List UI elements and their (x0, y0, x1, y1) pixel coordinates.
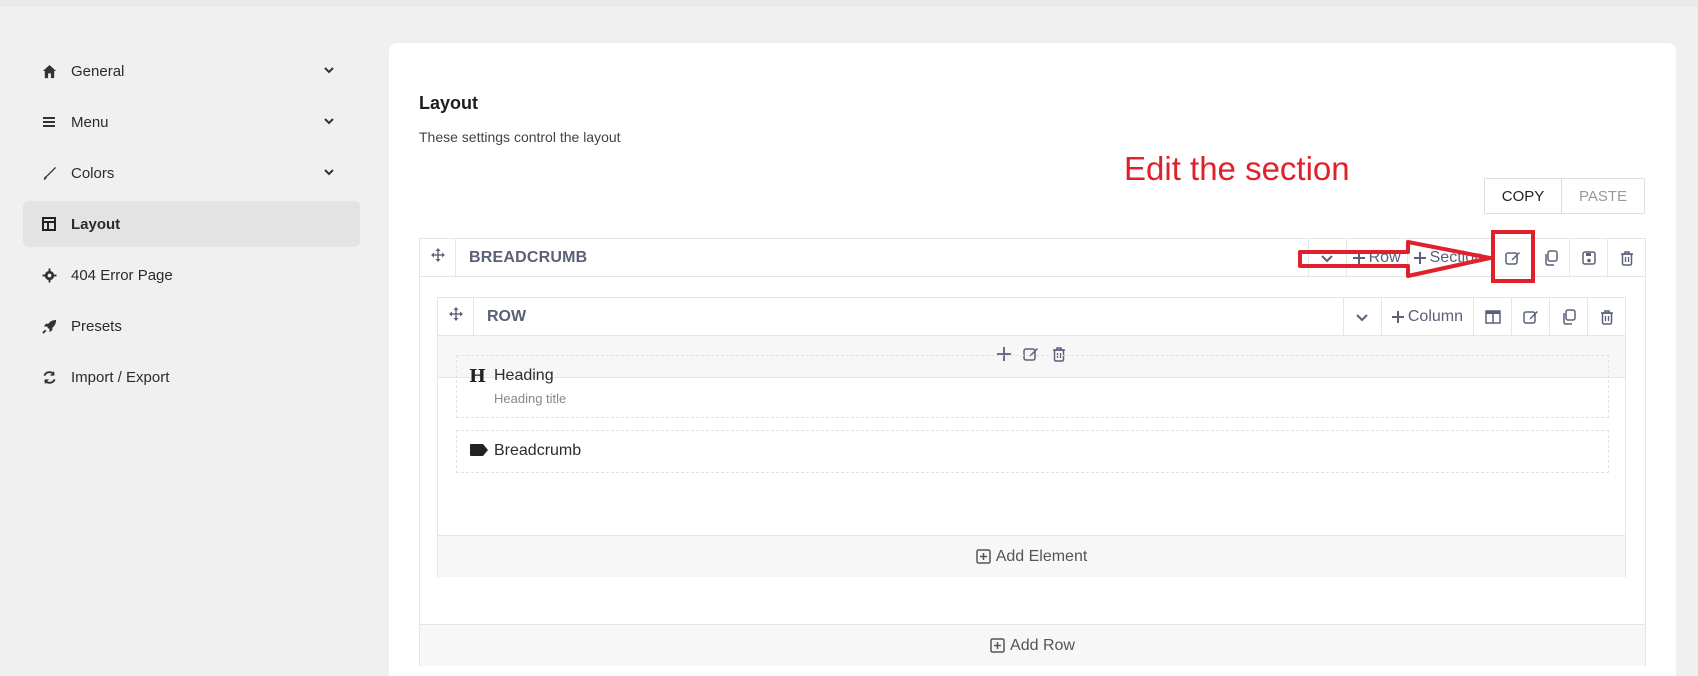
sidebar-item-label: Menu (71, 113, 109, 131)
layout-icon (41, 216, 57, 232)
sidebar-item-label: Colors (71, 164, 115, 182)
copy-paste-group: COPY PASTE (1484, 178, 1645, 214)
plus-square-icon (990, 638, 1005, 653)
tag-icon (469, 443, 489, 462)
element-heading[interactable]: H Heading Heading title (456, 355, 1609, 418)
rocket-icon (41, 318, 57, 334)
duplicate-section-button[interactable] (1531, 239, 1569, 277)
sidebar-item-label: Layout (71, 215, 121, 233)
add-element-label: Add Element (995, 547, 1088, 565)
element-subtitle: Heading title (494, 391, 567, 406)
row-toolbar: Column (1342, 298, 1625, 336)
chevron-down-icon (324, 67, 334, 74)
element-breadcrumb[interactable]: Breadcrumb (456, 430, 1609, 473)
sidebar-item-label: Presets (71, 317, 122, 335)
sidebar-item-label: Import / Export (71, 368, 170, 386)
section-breadcrumb: BREADCRUMB Row Section ROW Column H Head… (419, 238, 1646, 666)
top-bar (0, 0, 1698, 4)
element-name: Heading (494, 367, 554, 384)
copy-icon (1544, 250, 1558, 266)
add-row-footer-label: Add Row (1010, 636, 1075, 654)
sidebar-item-layout[interactable]: Layout (23, 201, 360, 247)
add-column-button[interactable]: Column (1380, 298, 1473, 336)
collapse-row-button[interactable] (1342, 298, 1381, 336)
sidebar-item-label: 404 Error Page (71, 266, 173, 284)
row-drag-handle[interactable] (438, 297, 474, 336)
element-name: Breadcrumb (494, 442, 582, 459)
paste-button[interactable]: PASTE (1562, 179, 1644, 213)
gear-icon (41, 267, 57, 283)
chevron-down-icon (324, 118, 334, 125)
column-layout-button[interactable] (1473, 298, 1511, 336)
save-section-button[interactable] (1569, 239, 1607, 277)
sidebar-item-presets[interactable]: Presets (23, 303, 360, 349)
plus-icon (1391, 311, 1404, 323)
sidebar-item-404-error-page[interactable]: 404 Error Page (23, 252, 360, 298)
columns-icon (1484, 310, 1501, 324)
trash-icon (1620, 251, 1633, 266)
annotation-arrow-icon (1298, 240, 1492, 278)
row-container: ROW Column H Heading Heading title Bread… (437, 297, 1626, 577)
move-icon (430, 247, 446, 268)
page-title: Layout (419, 93, 479, 113)
add-column-label: Column (1407, 308, 1463, 325)
trash-icon (1600, 310, 1613, 325)
add-row-footer-button[interactable]: Add Row (420, 624, 1645, 666)
move-icon (448, 306, 464, 327)
edit-row-button[interactable] (1511, 298, 1549, 336)
delete-section-button[interactable] (1607, 239, 1645, 277)
delete-row-button[interactable] (1587, 298, 1625, 336)
heading-icon: H (469, 366, 487, 387)
layout-card: Layout These settings control the layout… (389, 43, 1676, 676)
save-icon (1581, 251, 1596, 265)
chevron-down-icon (1356, 314, 1369, 322)
add-element-button[interactable]: Add Element (438, 535, 1625, 577)
section-title: BREADCRUMB (469, 248, 588, 266)
sidebar-item-general[interactable]: General (23, 48, 360, 94)
sidebar-item-menu[interactable]: Menu (23, 99, 360, 145)
menu-lines-icon (41, 114, 57, 130)
duplicate-row-button[interactable] (1549, 298, 1587, 336)
annotation-highlight-box (1491, 230, 1535, 283)
sidebar-item-label: General (71, 62, 125, 80)
copy-button[interactable]: COPY (1485, 179, 1562, 213)
home-icon (41, 63, 57, 79)
edit-icon (1522, 311, 1538, 324)
row-title: ROW (487, 307, 527, 325)
copy-icon (1562, 309, 1576, 325)
sidebar: General Menu Colors Layout 404 Error Pag… (23, 48, 360, 405)
sidebar-item-colors[interactable]: Colors (23, 150, 360, 196)
annotation-text: Edit the section (1124, 150, 1350, 187)
page-subtitle: These settings control the layout (419, 129, 621, 145)
plus-square-icon (975, 549, 991, 564)
sync-icon (41, 369, 57, 385)
chevron-down-icon (324, 169, 334, 176)
sidebar-item-import-export[interactable]: Import / Export (23, 354, 360, 400)
row-header: ROW Column (438, 297, 1625, 336)
drag-handle[interactable] (420, 238, 456, 277)
brush-icon (41, 165, 57, 181)
